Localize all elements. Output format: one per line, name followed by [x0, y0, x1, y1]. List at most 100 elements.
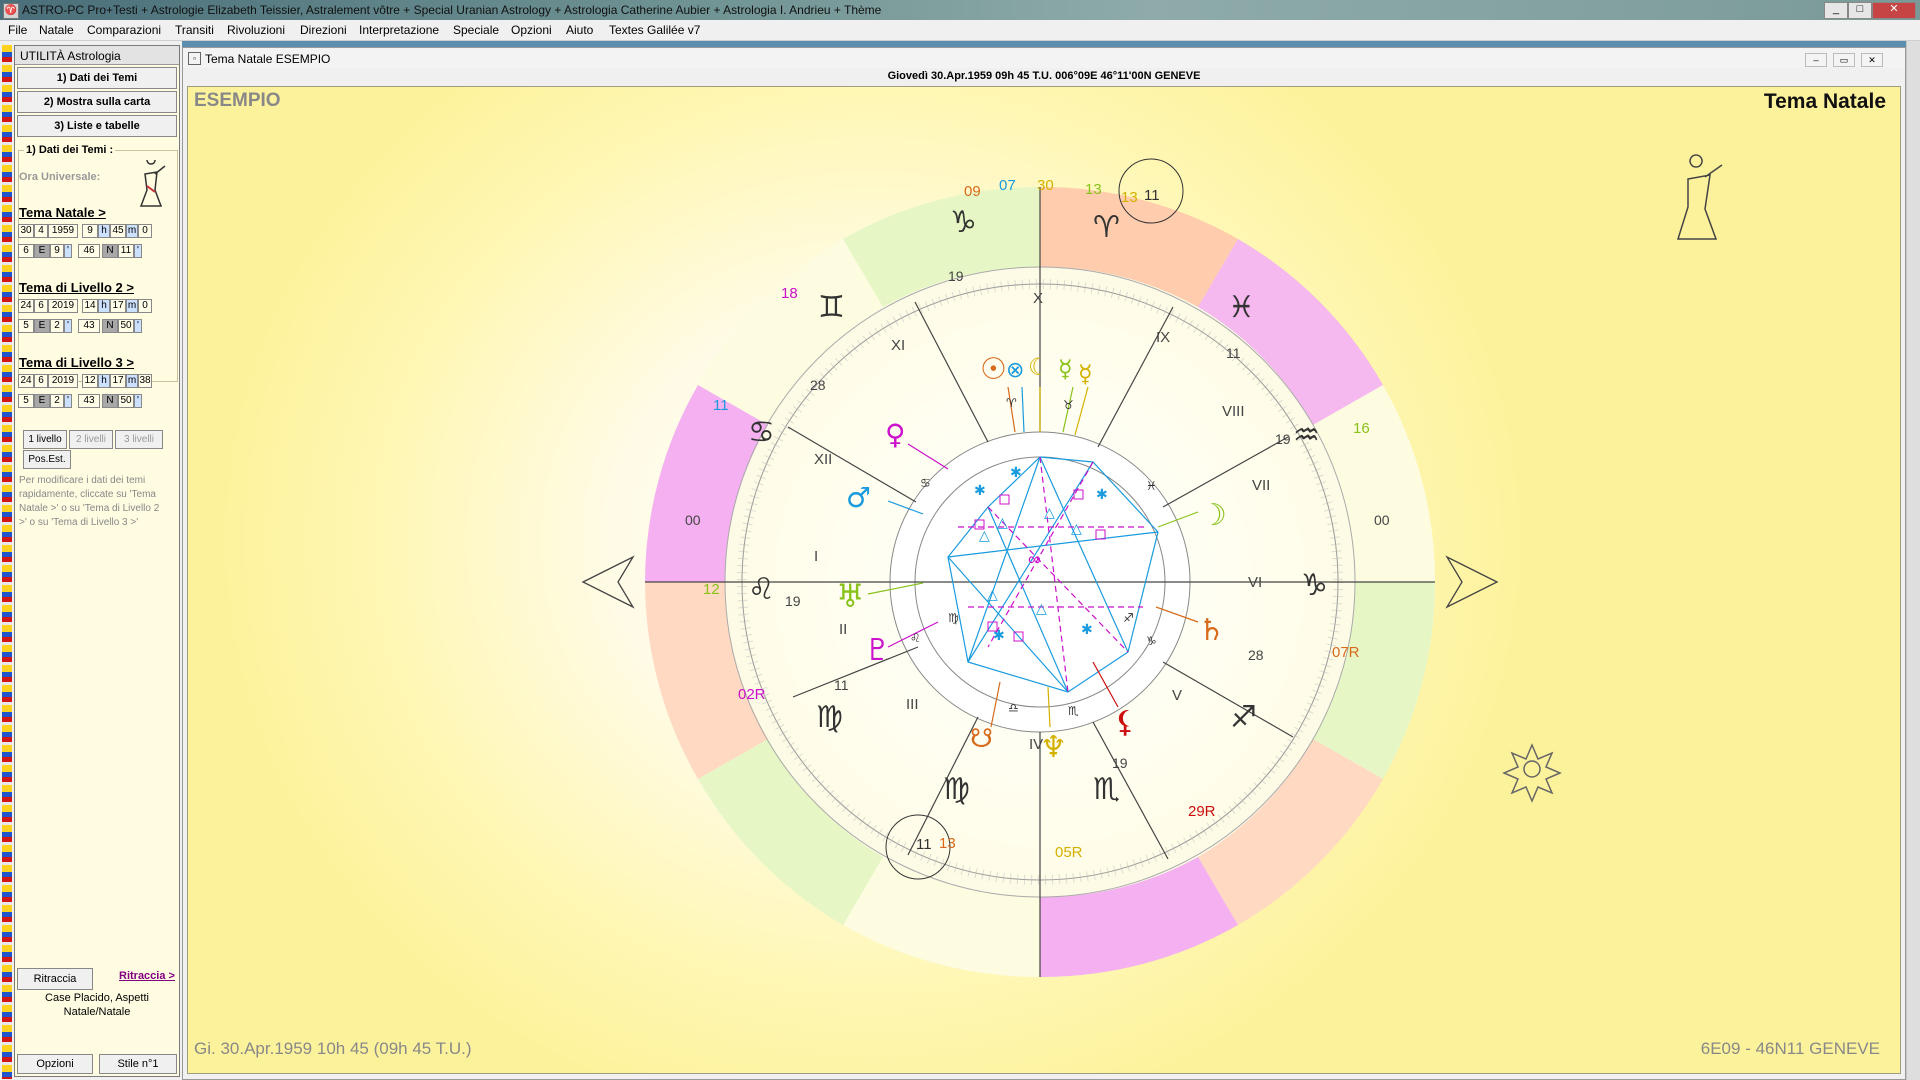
mostra-carta-button[interactable]: 2) Mostra sulla carta [17, 91, 177, 113]
lon-deg-field[interactable]: 6 [18, 244, 34, 258]
sec-field[interactable]: 0 [138, 299, 152, 313]
tema-livello-3-link[interactable]: Tema di Livello 3 > [19, 355, 134, 370]
sec-field[interactable]: 38 [138, 374, 152, 388]
year-field[interactable]: 2019 [48, 299, 78, 313]
menu-direzioni[interactable]: Direzioni [300, 23, 347, 37]
ring-degree-label: 19 [785, 593, 801, 609]
min-field[interactable]: 45 [110, 224, 126, 238]
pos-est-button[interactable]: Pos.Est. [23, 450, 71, 469]
menu-rivoluzioni[interactable]: Rivoluzioni [227, 23, 285, 37]
ring-degree-label: 19 [1112, 755, 1128, 771]
child-minimize-icon[interactable]: – [1805, 53, 1827, 67]
year-field[interactable]: 2019 [48, 374, 78, 388]
lat-deg-field[interactable]: 46 [78, 244, 100, 258]
level-3-button[interactable]: 3 livelli [115, 430, 163, 449]
menu-natale[interactable]: Natale [39, 23, 74, 37]
menu-comparazioni[interactable]: Comparazioni [87, 23, 161, 37]
ns-toggle[interactable]: N [102, 319, 118, 333]
outer-degree-label: 29R [1188, 803, 1216, 820]
month-field[interactable]: 6 [34, 299, 48, 313]
trine-marker: △ [1044, 504, 1055, 520]
chart-type-title: Tema Natale [1763, 90, 1886, 113]
moon-node-icon: ☾ [1028, 353, 1050, 381]
close-icon[interactable]: ✕ [1872, 2, 1916, 19]
maximize-icon[interactable]: □ [1848, 2, 1872, 19]
opzioni-button[interactable]: Opzioni [17, 1054, 93, 1074]
month-field[interactable]: 6 [34, 374, 48, 388]
hour-field[interactable]: 14 [82, 299, 98, 313]
lotus-petals [1502, 743, 1562, 803]
ew-toggle[interactable]: E [34, 394, 50, 408]
capricorn2-icon: ♑ [1301, 568, 1328, 603]
menu-opzioni[interactable]: Opzioni [511, 23, 552, 37]
lon-deg-field[interactable]: 5 [18, 319, 34, 333]
hour-field[interactable]: 12 [82, 374, 98, 388]
tema-livello-2-link[interactable]: Tema di Livello 2 > [19, 280, 134, 295]
ring-degree-label: 28 [1248, 647, 1264, 663]
prime-mark: ' [134, 394, 142, 408]
ew-toggle[interactable]: E [34, 244, 50, 258]
ew-toggle[interactable]: E [34, 319, 50, 333]
lon-deg-field[interactable]: 5 [18, 394, 34, 408]
lon-min-field[interactable]: 2 [50, 394, 64, 408]
hour-field[interactable]: 9 [82, 224, 98, 238]
outer-degree-label: 11 [713, 397, 729, 414]
day-field[interactable]: 30 [18, 224, 34, 238]
min-field[interactable]: 17 [110, 374, 126, 388]
ns-toggle[interactable]: N [102, 394, 118, 408]
window-titlebar: ♈ ASTRO-PC Pro+Testi + Astrologie Elizab… [0, 0, 1920, 20]
trine-marker: △ [979, 527, 990, 543]
house-iii-label: III [906, 696, 919, 713]
level-2-button[interactable]: 2 livelli [69, 430, 113, 449]
ring-degree-label: 19 [1275, 431, 1291, 447]
menu-transiti[interactable]: Transiti [175, 23, 214, 37]
ns-toggle[interactable]: N [102, 244, 118, 258]
lat-min-field[interactable]: 50 [118, 319, 134, 333]
menu-file[interactable]: File [8, 23, 27, 37]
stile-button[interactable]: Stile n°1 [99, 1054, 177, 1074]
ritraccia-button[interactable]: Ritraccia [17, 968, 93, 990]
trine-marker: △ [1036, 600, 1047, 616]
lon-min-field[interactable]: 2 [50, 319, 64, 333]
tema-natale-link[interactable]: Tema Natale > [19, 205, 106, 220]
menu-aiuto[interactable]: Aiuto [566, 23, 593, 37]
month-field[interactable]: 4 [34, 224, 48, 238]
lotus-icon [1502, 743, 1562, 803]
lat-deg-field[interactable]: 43 [78, 394, 100, 408]
day-field[interactable]: 24 [18, 374, 34, 388]
chart-window: ▫ Tema Natale ESEMPIO – ▭ ✕ Giovedì 30.A… [182, 47, 1906, 1080]
leo-icon: ♌ [748, 572, 775, 607]
child-restore-icon[interactable]: ▭ [1833, 53, 1855, 67]
lat-min-field[interactable]: 11 [118, 244, 134, 258]
chart-window-title: Tema Natale ESEMPIO [205, 52, 331, 66]
dati-temi-button[interactable]: 1) Dati dei Temi [17, 67, 177, 89]
saturn-icon: ♄ [1198, 613, 1225, 648]
sec-field[interactable]: 0 [138, 224, 152, 238]
document-icon: ▫ [188, 52, 201, 65]
outer-degree-label: 16 [1353, 420, 1370, 437]
prime-mark: ' [64, 394, 72, 408]
ritraccia-link[interactable]: Ritraccia > [119, 970, 175, 982]
minimize-icon[interactable]: _ [1824, 2, 1848, 19]
menu-speciale[interactable]: Speciale [453, 23, 499, 37]
astro-app-icon[interactable]: ♈ [3, 3, 19, 19]
m-label: m [126, 374, 138, 388]
m-label: m [126, 299, 138, 313]
lon-min-field[interactable]: 9 [50, 244, 64, 258]
chart-name: ESEMPIO [194, 90, 281, 111]
menu-textes-galilee[interactable]: Textes Galilée v7 [609, 23, 700, 37]
lat-deg-field[interactable]: 43 [78, 319, 100, 333]
menu-interpretazione[interactable]: Interpretazione [359, 23, 439, 37]
window-title: ASTRO-PC Pro+Testi + Astrologie Elizabet… [22, 3, 882, 17]
year-field[interactable]: 1959 [48, 224, 78, 238]
level-1-button[interactable]: 1 livello [23, 430, 67, 449]
outer-degree-label: 13 [939, 835, 956, 852]
child-close-icon[interactable]: ✕ [1861, 53, 1883, 67]
min-field[interactable]: 17 [110, 299, 126, 313]
vertical-scrollbar[interactable] [1906, 41, 1920, 1080]
sagittarius-icon: ♐ [1230, 700, 1257, 735]
liste-tabelle-button[interactable]: 3) Liste e tabelle [17, 115, 177, 137]
inner-sign-icon: ♑ [1146, 634, 1157, 648]
lat-min-field[interactable]: 50 [118, 394, 134, 408]
day-field[interactable]: 24 [18, 299, 34, 313]
